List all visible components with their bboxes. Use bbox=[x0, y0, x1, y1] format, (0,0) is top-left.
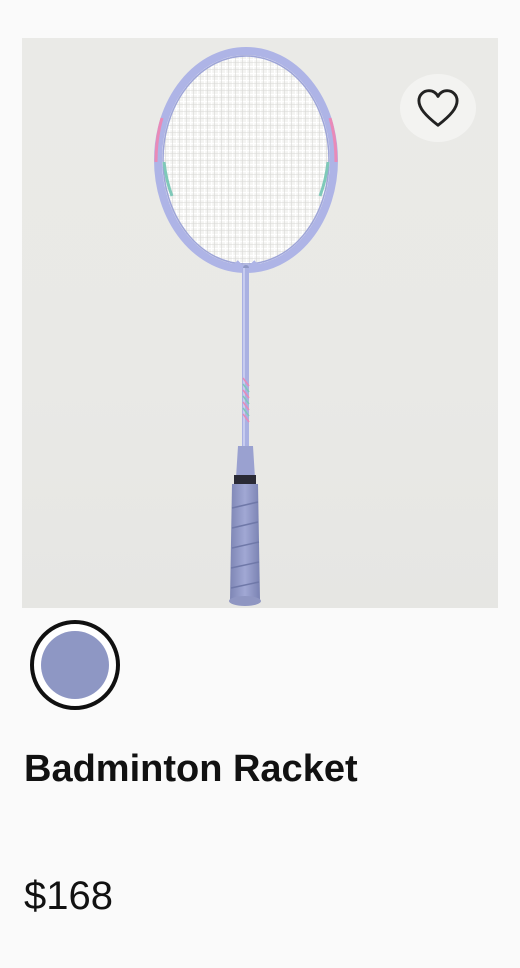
color-swatch-list bbox=[30, 620, 120, 710]
swatch-color-fill bbox=[41, 631, 109, 699]
color-swatch-lavender[interactable] bbox=[30, 620, 120, 710]
product-title: Badminton Racket bbox=[24, 748, 358, 790]
product-price: $168 bbox=[24, 874, 113, 918]
favorite-button[interactable] bbox=[400, 74, 476, 142]
product-image[interactable] bbox=[22, 38, 498, 608]
heart-outline-icon bbox=[417, 89, 459, 127]
